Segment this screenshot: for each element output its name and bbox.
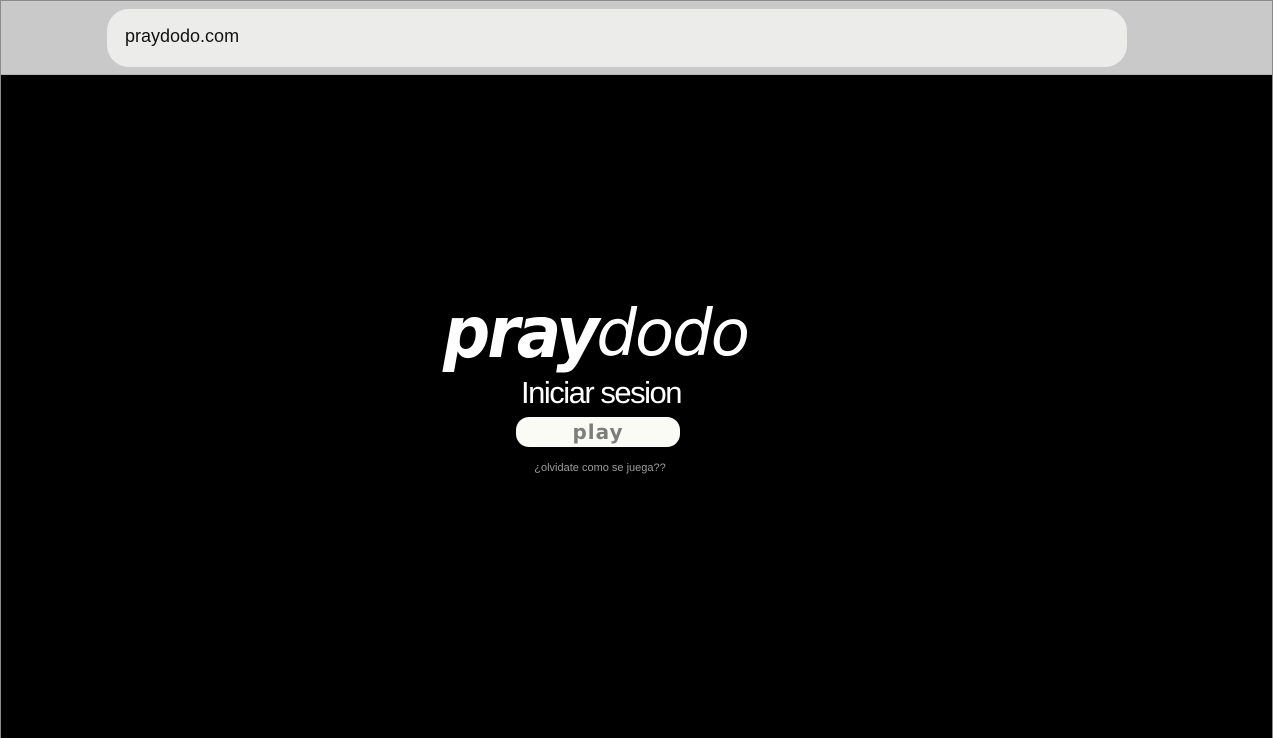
- login-title: Iniciar sesion: [521, 375, 682, 410]
- browser-window: praydodo.com praydodo Iniciar sesion pla…: [0, 0, 1273, 738]
- browser-toolbar: praydodo.com: [1, 1, 1272, 75]
- praydodo-logo: praydodo: [443, 290, 750, 375]
- how-to-play-link[interactable]: ¿olvidate como se juega??: [1, 461, 1199, 475]
- logo-text-dodo: dodo: [596, 297, 750, 371]
- address-url[interactable]: praydodo.com: [125, 24, 239, 48]
- logo-text-pray: pray: [443, 290, 599, 375]
- page-content: praydodo Iniciar sesion play ¿olvidate c…: [1, 75, 1272, 738]
- play-button[interactable]: play: [516, 417, 680, 447]
- address-bar[interactable]: praydodo.com: [107, 9, 1127, 67]
